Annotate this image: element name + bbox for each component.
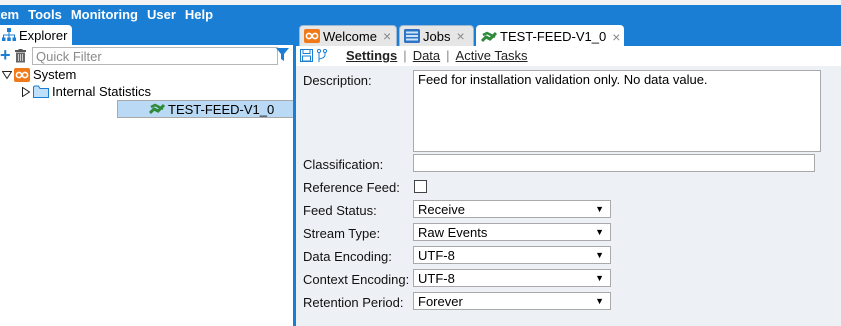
tab-label: Jobs [423,28,451,44]
tab-label: TEST-FEED-V1_0 [500,29,607,44]
menu-bar: tem Tools Monitoring User Help [0,5,841,24]
settings-panel: Settings | Data | Active Tasks Descripti… [296,46,841,326]
folder-icon [33,85,49,98]
tab-test-feed[interactable]: TEST-FEED-V1_0 × [476,25,624,47]
tree-item-label: TEST-FEED-V1_0 [168,101,275,117]
description-field[interactable]: Feed for installation validation only. N… [413,70,821,152]
stream-type-select[interactable]: Raw Events ▼ [413,223,611,241]
reference-feed-checkbox[interactable] [414,180,427,193]
content-area: Welcome × Jobs × TEST-FEED-V1_0 × Settin… [296,24,841,326]
subtab-separator: | [403,48,407,63]
tab-jobs[interactable]: Jobs × [399,25,474,46]
system-icon [14,67,30,82]
jobs-icon [404,29,420,43]
dropdown-arrow-icon: ▼ [595,227,604,237]
tree-item-label: System [33,67,77,82]
filter-funnel-icon[interactable] [276,48,289,62]
close-icon[interactable]: × [456,28,464,44]
quick-filter-input[interactable] [32,47,278,65]
close-icon[interactable]: × [612,29,620,45]
explorer-panel: Explorer + System [0,24,315,326]
context-encoding-label: Context Encoding: [303,272,410,287]
dropdown-arrow-icon: ▼ [595,273,604,283]
menu-item-help[interactable]: Help [185,7,213,22]
data-encoding-label: Data Encoding: [303,249,392,264]
document-tabs: Welcome × Jobs × TEST-FEED-V1_0 × [296,24,841,47]
classification-label: Classification: [303,157,384,172]
dropdown-arrow-icon: ▼ [595,296,604,306]
context-encoding-select[interactable]: UTF-8 ▼ [413,269,611,287]
explorer-tab[interactable]: Explorer [0,25,72,45]
feed-icon [149,103,165,115]
history-icon[interactable] [316,49,328,63]
save-icon[interactable] [300,49,313,62]
tab-welcome[interactable]: Welcome × [299,25,397,46]
close-icon[interactable]: × [383,28,391,44]
reference-feed-label: Reference Feed: [303,180,400,195]
stream-type-label: Stream Type: [303,226,381,241]
expanded-triangle-icon[interactable] [2,70,12,80]
retention-period-label: Retention Period: [303,295,404,310]
sub-toolbar: Settings | Data | Active Tasks [296,46,841,66]
subtab-active-tasks[interactable]: Active Tasks [456,48,528,63]
select-value: Forever [418,293,463,309]
subtab-settings[interactable]: Settings [346,48,397,63]
subtab-links: Settings | Data | Active Tasks [346,48,528,63]
retention-period-select[interactable]: Forever ▼ [413,292,611,310]
dropdown-arrow-icon: ▼ [595,250,604,260]
select-value: Receive [418,201,465,217]
data-encoding-select[interactable]: UTF-8 ▼ [413,246,611,264]
select-value: Raw Events [418,224,488,240]
dropdown-arrow-icon: ▼ [595,204,604,214]
feed-status-label: Feed Status: [303,203,377,218]
select-value: UTF-8 [418,247,455,263]
feed-icon [481,31,497,42]
classification-field[interactable] [413,154,815,172]
menu-item-monitoring[interactable]: Monitoring [71,7,138,22]
tab-label: Welcome [323,28,377,44]
subtab-data[interactable]: Data [413,48,440,63]
explorer-header: Explorer [0,24,293,45]
explorer-tab-label: Explorer [19,27,68,43]
explorer-toolbar: + [0,46,293,66]
add-icon[interactable]: + [0,46,11,64]
subtab-separator: | [446,48,450,63]
trash-icon[interactable] [14,49,27,63]
tree-item-label: Internal Statistics [52,84,151,99]
collapsed-triangle-icon[interactable] [21,86,31,97]
tree-item-internal-statistics[interactable]: Internal Statistics [0,83,293,100]
welcome-icon [304,29,320,43]
hierarchy-icon [2,28,16,41]
menu-item-tools[interactable]: Tools [28,7,62,22]
select-value: UTF-8 [418,270,455,286]
feed-status-select[interactable]: Receive ▼ [413,200,611,218]
menu-item-user[interactable]: User [147,7,176,22]
tree-item-system[interactable]: System [0,66,293,83]
description-label: Description: [303,73,372,88]
menu-item-item[interactable]: tem [0,7,19,22]
tree-item-test-feed[interactable]: TEST-FEED-V1_0 [117,100,315,118]
